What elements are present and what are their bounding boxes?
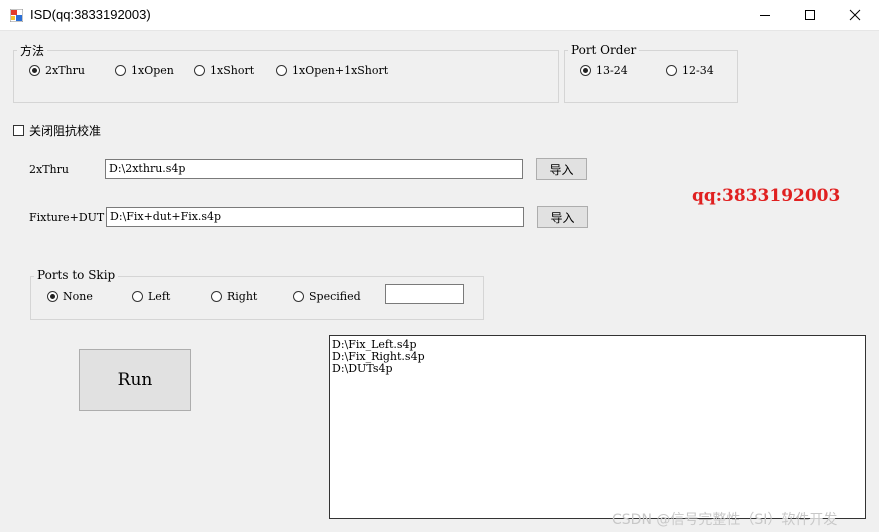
window-title: ISD(qq:3833192003) [30, 7, 151, 22]
fixture-import-button[interactable]: 导入 [537, 206, 588, 228]
close-button[interactable] [832, 0, 878, 30]
method-group-legend: 方法 [17, 42, 48, 59]
qq-contact-text: qq:3833192003 [692, 186, 841, 206]
radio-dot [276, 65, 287, 76]
method-option-label: 2xThru [45, 64, 85, 77]
method-radio-1xopen[interactable]: 1xOpen [115, 64, 174, 77]
close-icon [849, 9, 861, 21]
port-order-radio-12-34[interactable]: 12-34 [666, 64, 714, 77]
radio-dot [47, 291, 58, 302]
minimize-icon [760, 15, 770, 16]
radio-dot [666, 65, 677, 76]
radio-dot [211, 291, 222, 302]
port-order-legend: Port Order [568, 43, 640, 57]
app-icon [10, 9, 23, 22]
skip-option-label: Right [227, 290, 258, 303]
method-option-label: 1xShort [210, 64, 255, 77]
close-impedance-checkbox[interactable]: 关闭阻抗校准 [13, 122, 101, 139]
radio-dot [293, 291, 304, 302]
run-button[interactable]: Run [79, 349, 191, 411]
port-order-option-label: 13-24 [596, 64, 628, 77]
port-order-option-label: 12-34 [682, 64, 714, 77]
method-radio-2xthru[interactable]: 2xThru [29, 64, 85, 77]
fixture-label: Fixture+DUT [29, 211, 105, 224]
skip-option-label: Specified [309, 290, 361, 303]
output-line: D:\Fix_Right.s4p [332, 350, 425, 363]
minimize-button[interactable] [742, 0, 788, 30]
radio-dot [29, 65, 40, 76]
ports-to-skip-legend: Ports to Skip [34, 268, 119, 282]
method-radio-1xshort[interactable]: 1xShort [194, 64, 254, 77]
close-impedance-label: 关闭阻抗校准 [29, 124, 102, 138]
skip-option-label: Left [148, 290, 171, 303]
radio-dot [194, 65, 205, 76]
maximize-button[interactable] [787, 0, 833, 30]
radio-dot [115, 65, 126, 76]
thru-import-button[interactable]: 导入 [536, 158, 587, 180]
skip-radio-specified[interactable]: Specified [293, 290, 361, 303]
port-order-radio-13-24[interactable]: 13-24 [580, 64, 628, 77]
method-option-label: 1xOpen [131, 64, 174, 77]
checkbox-box [13, 125, 24, 136]
method-option-label: 1xOpen+1xShort [292, 64, 389, 77]
radio-dot [132, 291, 143, 302]
output-log[interactable]: D:\Fix_Left.s4p D:\Fix_Right.s4p D:\DUTs… [329, 335, 866, 519]
method-radio-1xopen-1xshort[interactable]: 1xOpen+1xShort [276, 64, 388, 77]
thru-path-input[interactable]: D:\2xthru.s4p [105, 159, 523, 179]
footer-watermark: CSDN @信号完整性（SI）软件开发 [612, 512, 838, 528]
output-line: D:\DUTs4p [332, 362, 393, 375]
specified-ports-input[interactable] [385, 284, 464, 304]
maximize-icon [805, 10, 815, 20]
fixture-path-input[interactable]: D:\Fix+dut+Fix.s4p [106, 207, 524, 227]
radio-dot [580, 65, 591, 76]
thru-label: 2xThru [29, 163, 69, 176]
skip-option-label: None [63, 290, 93, 303]
skip-radio-none[interactable]: None [47, 290, 93, 303]
skip-radio-right[interactable]: Right [211, 290, 257, 303]
skip-radio-left[interactable]: Left [132, 290, 170, 303]
